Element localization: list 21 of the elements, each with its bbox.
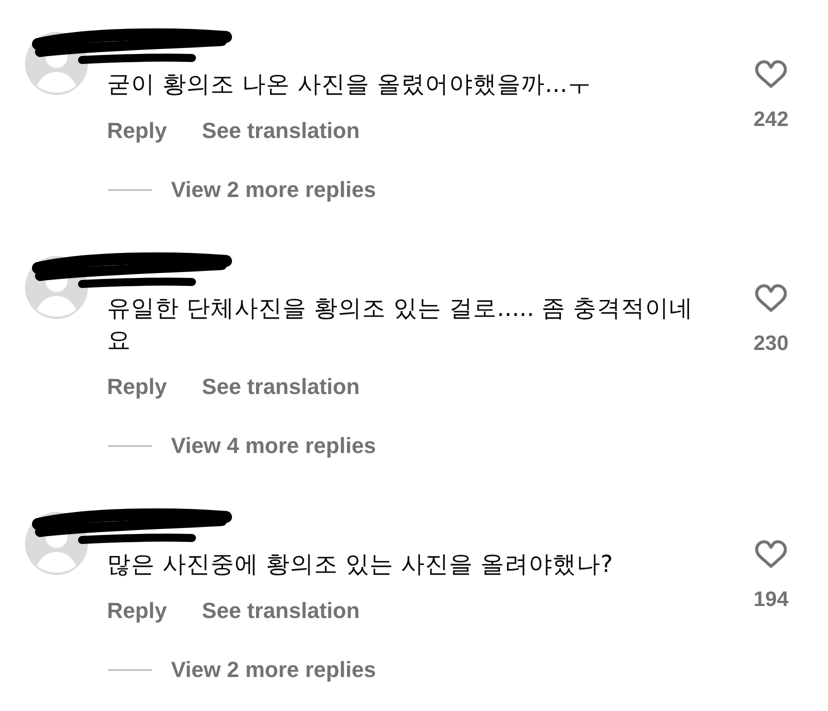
view-replies-link[interactable]: View 2 more replies (171, 657, 376, 683)
default-avatar-icon[interactable] (25, 32, 88, 95)
reply-link[interactable]: Reply (107, 374, 167, 400)
see-translation-link[interactable]: See translation (202, 374, 360, 400)
reply-link[interactable]: Reply (107, 118, 167, 144)
default-avatar-icon[interactable] (25, 256, 88, 319)
default-avatar-icon[interactable] (25, 512, 88, 575)
like-count: 230 (753, 332, 789, 356)
comment-text: 유일한 단체사진을 황의조 있는 걸로..... 좀 충격적이네요 (107, 293, 694, 356)
comment-text: 많은 사진중에 황의조 있는 사진을 올려야했나? (107, 549, 614, 580)
heart-icon[interactable] (755, 540, 787, 568)
reply-link[interactable]: Reply (107, 598, 167, 624)
view-replies-link[interactable]: View 2 more replies (171, 177, 376, 203)
comment-text: 굳이 황의조 나온 사진을 올렸어야했을까...ㅜ (107, 69, 592, 100)
heart-icon[interactable] (755, 284, 787, 312)
like-count: 194 (753, 588, 789, 612)
like-count: 242 (753, 108, 789, 132)
view-replies-link[interactable]: View 4 more replies (171, 433, 376, 459)
see-translation-link[interactable]: See translation (202, 598, 360, 624)
heart-icon[interactable] (755, 60, 787, 88)
see-translation-link[interactable]: See translation (202, 118, 360, 144)
